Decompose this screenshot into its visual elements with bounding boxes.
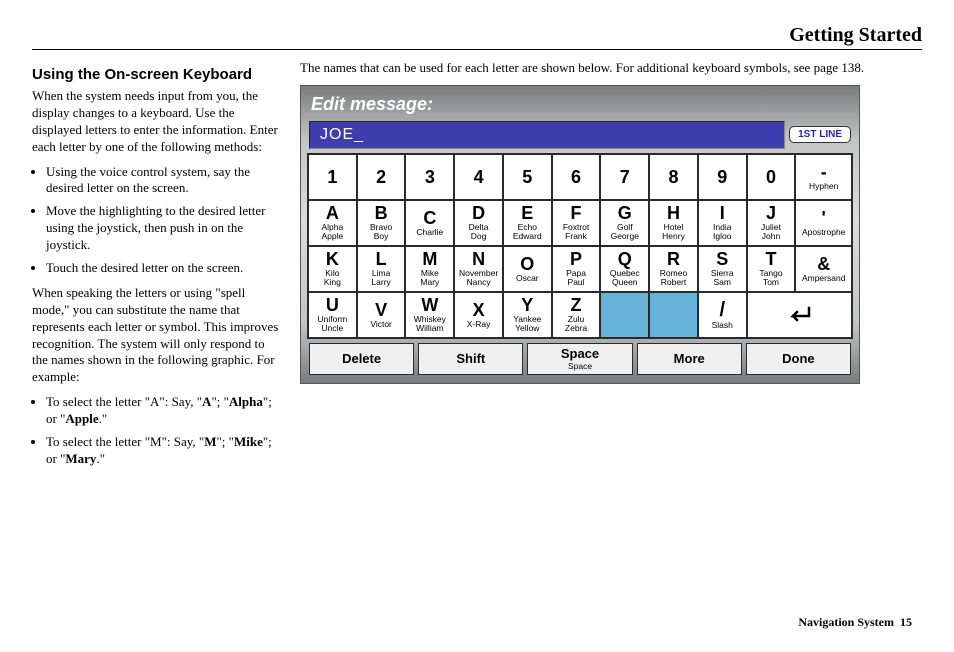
intro-paragraph-1: When the system needs input from you, th… [32,88,282,156]
key-ampersand[interactable]: &Ampersand [795,246,852,292]
right-column: The names that can be used for each lett… [300,60,922,476]
key-5[interactable]: 5 [503,154,552,200]
key-k[interactable]: KKilo King [308,246,357,292]
key-a[interactable]: AAlpha Apple [308,200,357,246]
message-input[interactable]: JOE_ [309,121,785,149]
key-enter[interactable] [747,292,852,338]
key-3[interactable]: 3 [405,154,454,200]
key-i[interactable]: IIndia Igloo [698,200,747,246]
done-button[interactable]: Done [746,343,851,375]
key-slash[interactable]: /Slash [698,292,747,338]
key-b[interactable]: BBravo Boy [357,200,406,246]
input-row: JOE_ 1ST LINE [307,121,853,153]
key-2[interactable]: 2 [357,154,406,200]
key-7[interactable]: 7 [600,154,649,200]
key-row-2: KKilo KingLLima LarryMMike MaryNNovember… [308,246,852,292]
key-row-numbers: 1234567890-Hyphen [308,154,852,200]
footer-label: Navigation System [798,615,894,629]
right-intro: The names that can be used for each lett… [300,60,922,77]
key-g[interactable]: GGolf George [600,200,649,246]
key-y[interactable]: YYankee Yellow [503,292,552,338]
key-empty [600,292,649,338]
key-apostrophe[interactable]: 'Apostrophe [795,200,852,246]
key-n[interactable]: NNovember Nancy [454,246,503,292]
page-footer: Navigation System 15 [798,615,912,630]
key-row-3: UUniform UncleVVictorWWhiskey WilliamXX-… [308,292,852,338]
section-heading: Using the On-screen Keyboard [32,66,282,84]
key-f[interactable]: FFoxtrot Frank [552,200,601,246]
example-list: To select the letter "A": Say, "A"; "Alp… [46,394,282,468]
method-list: Using the voice control system, say the … [46,164,282,277]
key-d[interactable]: DDelta Dog [454,200,503,246]
key-p[interactable]: PPapa Paul [552,246,601,292]
key-q[interactable]: QQuebec Queen [600,246,649,292]
key-hyphen[interactable]: -Hyphen [795,154,852,200]
more-button[interactable]: More [637,343,742,375]
key-w[interactable]: WWhiskey William [405,292,454,338]
bottom-row: DeleteShiftSpaceSpaceMoreDone [307,343,853,375]
key-o[interactable]: OOscar [503,246,552,292]
key-s[interactable]: SSierra Sam [698,246,747,292]
intro-paragraph-2: When speaking the letters or using "spel… [32,285,282,386]
list-item: Touch the desired letter on the screen. [46,260,282,277]
key-grid: 1234567890-Hyphen AAlpha AppleBBravo Boy… [307,153,853,339]
page-number: 15 [900,615,912,629]
key-0[interactable]: 0 [747,154,796,200]
key-x[interactable]: XX-Ray [454,292,503,338]
key-c[interactable]: CCharlie [405,200,454,246]
key-e[interactable]: EEcho Edward [503,200,552,246]
key-9[interactable]: 9 [698,154,747,200]
list-item: Move the highlighting to the desired let… [46,203,282,254]
key-u[interactable]: UUniform Uncle [308,292,357,338]
space-button[interactable]: SpaceSpace [527,343,632,375]
key-v[interactable]: VVictor [357,292,406,338]
key-empty [649,292,698,338]
keyboard-graphic: Edit message: JOE_ 1ST LINE 1234567890-H… [300,85,860,384]
key-z[interactable]: ZZulu Zebra [552,292,601,338]
content-columns: Using the On-screen Keyboard When the sy… [32,60,922,476]
key-1[interactable]: 1 [308,154,357,200]
key-h[interactable]: HHotel Henry [649,200,698,246]
delete-button[interactable]: Delete [309,343,414,375]
key-6[interactable]: 6 [552,154,601,200]
left-column: Using the On-screen Keyboard When the sy… [32,60,282,476]
key-m[interactable]: MMike Mary [405,246,454,292]
list-item: Using the voice control system, say the … [46,164,282,198]
key-8[interactable]: 8 [649,154,698,200]
page-header: Getting Started [32,24,922,50]
key-4[interactable]: 4 [454,154,503,200]
key-j[interactable]: JJuliet John [747,200,796,246]
line-badge: 1ST LINE [789,126,851,143]
key-l[interactable]: LLima Larry [357,246,406,292]
keyboard-title: Edit message: [307,92,853,121]
key-t[interactable]: TTango Tom [747,246,796,292]
shift-button[interactable]: Shift [418,343,523,375]
key-row-1: AAlpha AppleBBravo BoyCCharlieDDelta Dog… [308,200,852,246]
list-item: To select the letter "A": Say, "A"; "Alp… [46,394,282,428]
key-r[interactable]: RRomeo Robert [649,246,698,292]
list-item: To select the letter "M": Say, "M"; "Mik… [46,434,282,468]
